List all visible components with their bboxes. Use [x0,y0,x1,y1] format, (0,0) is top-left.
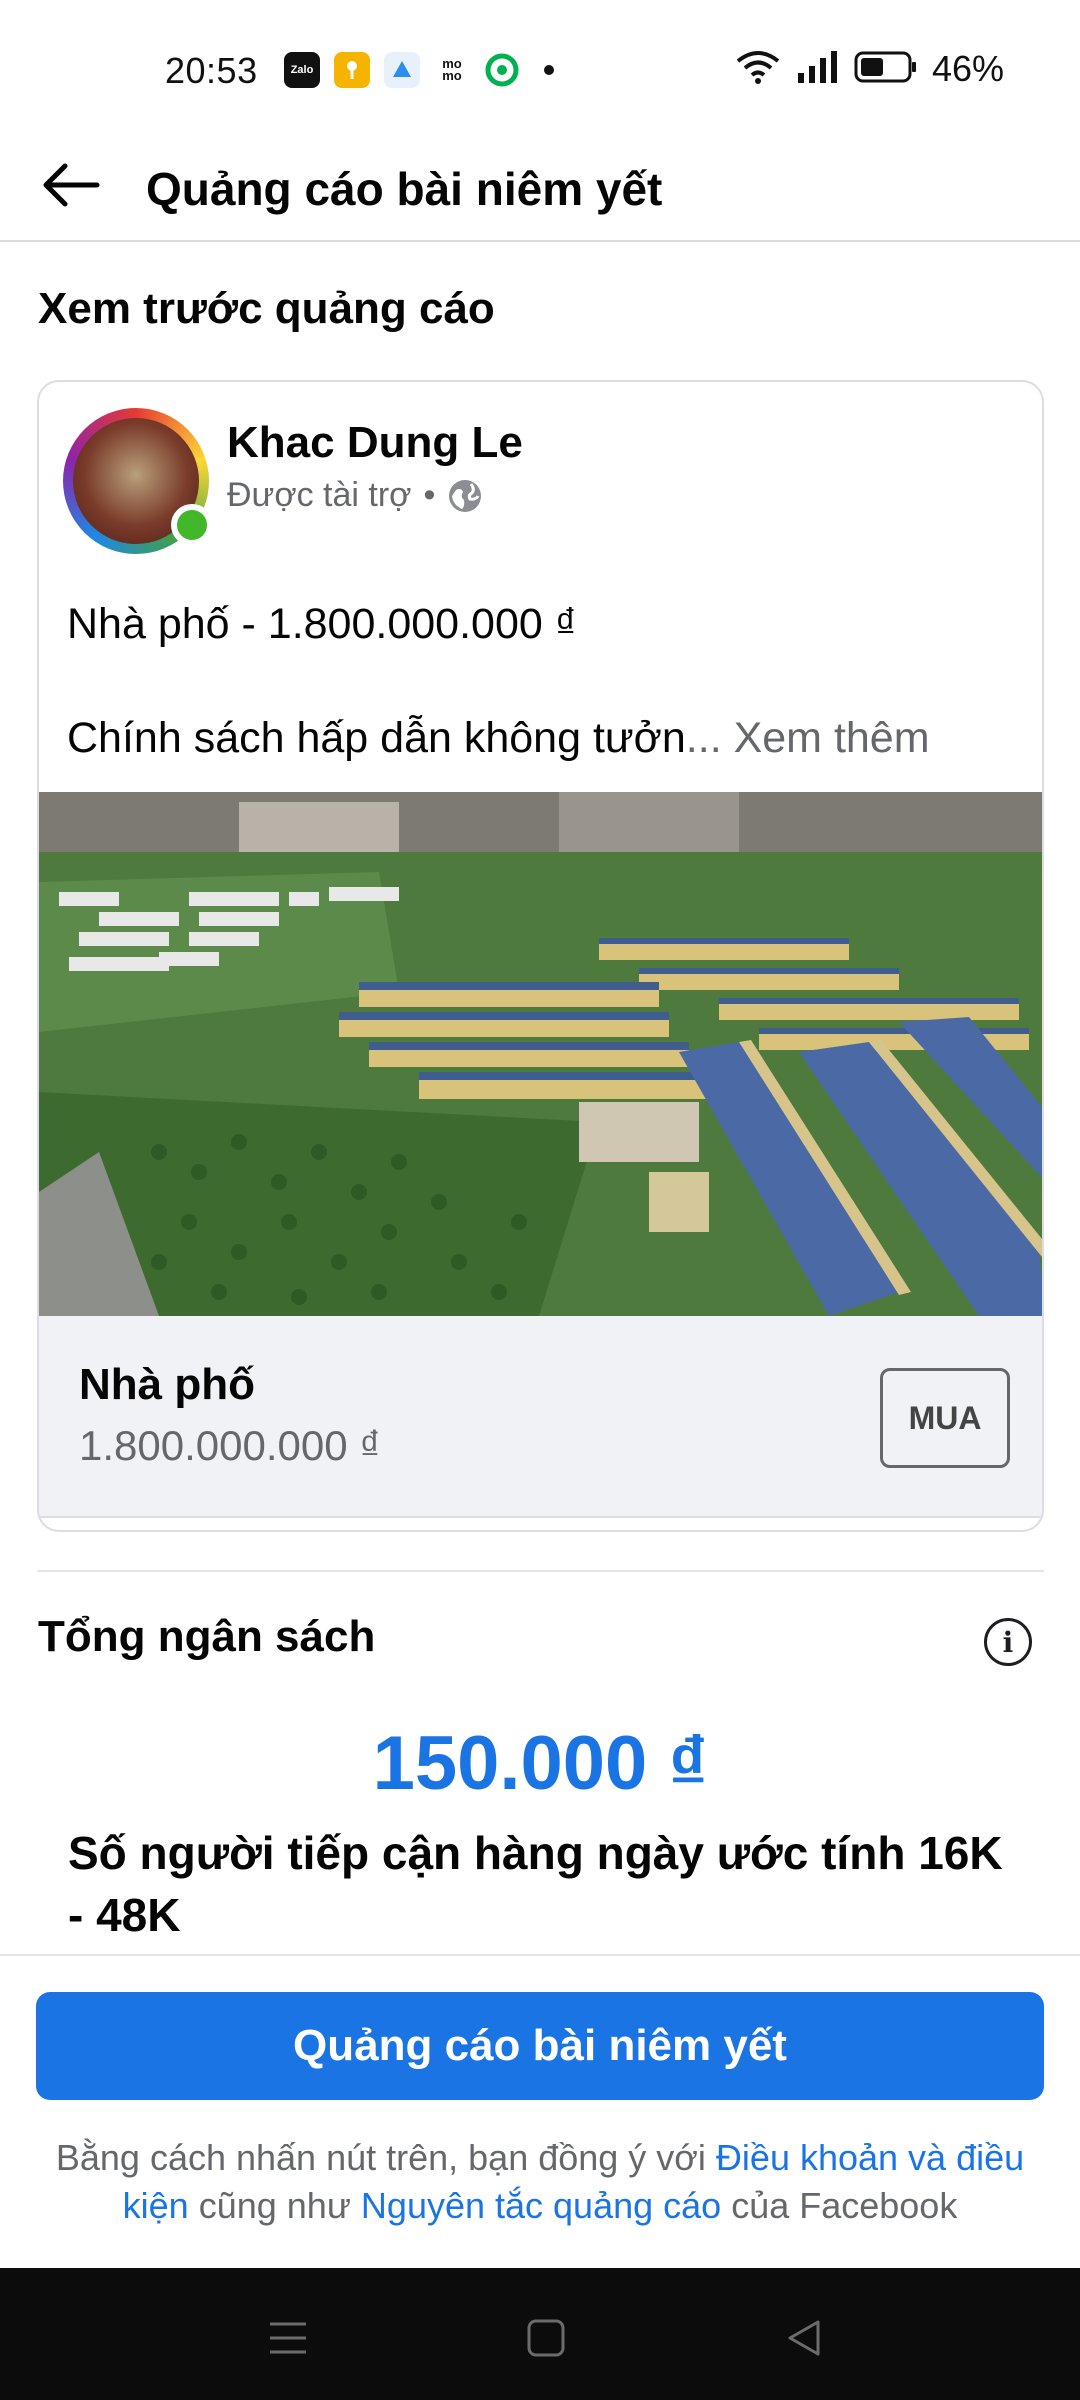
status-time: 20:53 [165,50,258,91]
back-arrow-icon [43,163,100,207]
home-square-icon [527,2319,565,2357]
post-body-text: Chính sách hấp dẫn không tưởn [67,714,686,762]
estimated-reach: Số người tiếp cận hàng ngày ước tính 16K… [68,1827,1003,1941]
back-button[interactable] [36,150,106,220]
key-icon [334,52,370,88]
more-notifications-dot [544,65,554,75]
terms-suffix: của Facebook [721,2185,958,2226]
listing-photo[interactable] [39,792,1042,1316]
momo-icon: mo mo [434,52,470,88]
wifi-icon [734,49,782,90]
terms-text: Bằng cách nhấn nút trên, bạn đồng ý với … [30,2134,1050,2230]
battery-percent: 46% [931,48,1004,89]
app-header: Quảng cáo bài niêm yết [0,140,1080,242]
app-icon [384,52,420,88]
back-nav-button[interactable] [774,2308,834,2368]
globe-icon [449,479,482,512]
menu-nav-button[interactable] [258,2308,318,2368]
zalo-icon: Zalo [284,52,320,88]
ad-preview-card: Khac Dung Le Được tài trợ • Nhà phố - 1.… [37,380,1044,1532]
footer-divider [0,1954,1080,1956]
info-icon[interactable]: i [984,1618,1032,1666]
post-body: Chính sách hấp dẫn không tưởn... Xem thê… [67,714,930,763]
grab-icon [484,52,520,88]
listing-price: 1.800.000.000 ₫ [79,1422,381,1469]
budget-amount[interactable]: 150.000 ₫ [0,1720,1080,1807]
listing-name: Nhà phố [79,1360,255,1409]
see-more-link[interactable]: ... Xem thêm [686,714,930,762]
status-right: 46% [734,48,1004,90]
section-divider [37,1570,1044,1572]
system-nav-bar [0,2268,1080,2400]
listing-info[interactable]: Nhà phố 1.800.000.000 ₫ MUA [39,1316,1042,1518]
menu-icon [270,2322,306,2354]
preview-section-title: Xem trước quảng cáo [38,284,495,333]
sponsored-label: Được tài trợ [227,476,412,514]
ad-policy-link[interactable]: Nguyên tắc quảng cáo [361,2185,721,2226]
terms-prefix: Bằng cách nhấn nút trên, bạn đồng ý với [55,2137,716,2178]
page-title: Quảng cáo bài niêm yết [146,163,663,215]
sponsored-row: Được tài trợ • [227,476,483,515]
post-title: Nhà phố - 1.800.000.000 ₫ [67,600,577,648]
buy-button[interactable]: MUA [880,1368,1010,1468]
notification-icons: Zalo mo mo [284,52,554,88]
separator-dot: • [423,476,436,514]
back-triangle-icon [788,2320,820,2356]
battery-icon [854,50,918,89]
terms-middle: cũng như [188,2185,361,2226]
online-status-dot [171,504,213,546]
status-bar: 20:53 Zalo mo mo 46% [0,0,1080,140]
promote-listing-button[interactable]: Quảng cáo bài niêm yết [36,1992,1044,2100]
page-name[interactable]: Khac Dung Le [227,418,523,468]
signal-icon [796,49,840,90]
home-nav-button[interactable] [516,2308,576,2368]
budget-title: Tổng ngân sách [38,1612,376,1661]
